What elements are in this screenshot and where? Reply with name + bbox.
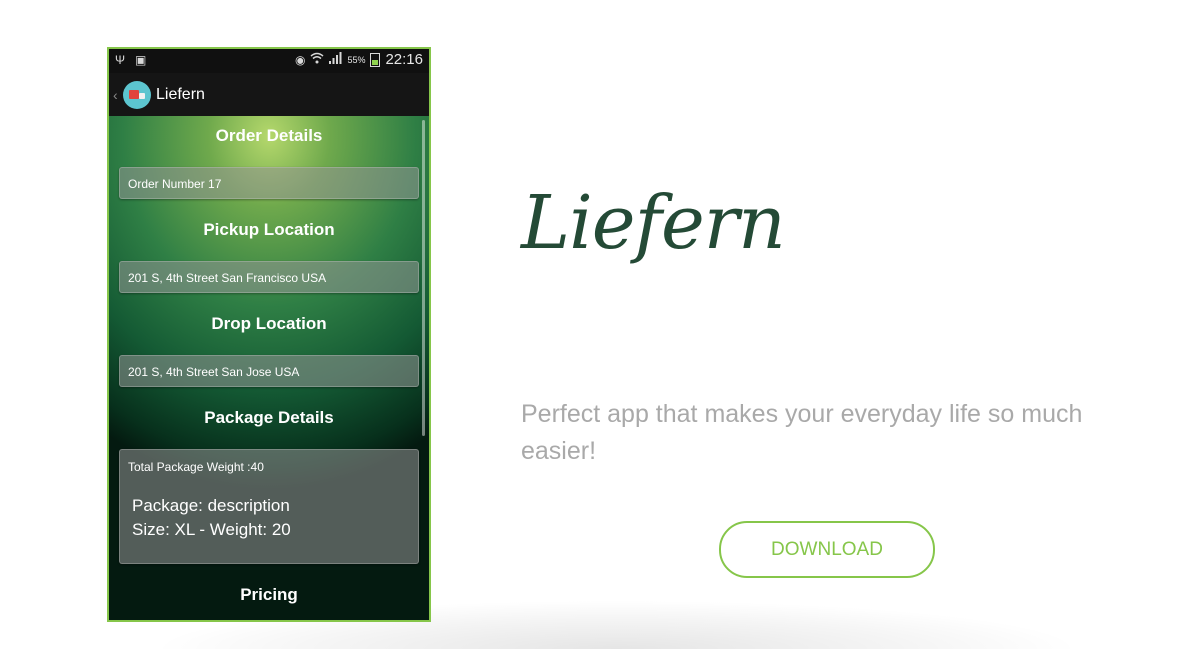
pricing-heading: Pricing bbox=[240, 585, 298, 604]
pickup-location-heading: Pickup Location bbox=[203, 220, 335, 239]
wifi-icon bbox=[310, 52, 324, 68]
scrollbar[interactable] bbox=[422, 120, 425, 436]
package-details-field[interactable]: Total Package Weight :40 Package: descri… bbox=[119, 449, 419, 564]
eye-icon: ◉ bbox=[294, 52, 306, 67]
pickup-address-field[interactable]: 201 S, 4th Street San Francisco USA bbox=[119, 261, 419, 293]
download-button[interactable]: DOWNLOAD bbox=[719, 521, 935, 578]
action-bar: ‹ Liefern bbox=[109, 73, 429, 116]
signal-icon bbox=[329, 51, 342, 68]
order-content: Order Details Order Number 17 Pickup Loc… bbox=[109, 116, 429, 620]
pickup-address-value: 201 S, 4th Street San Francisco USA bbox=[128, 271, 327, 285]
phone-screenshot: Ψ ▣ ◉ 55% 22:16 ‹ Liefern Order Details … bbox=[107, 47, 431, 622]
battery-icon bbox=[370, 52, 381, 67]
order-details-heading: Order Details bbox=[215, 126, 323, 145]
hero-title: Liefern bbox=[521, 180, 786, 266]
order-number-field[interactable]: Order Number 17 bbox=[119, 167, 419, 199]
order-number-value: Order Number 17 bbox=[128, 177, 222, 191]
drop-address-value: 201 S, 4th Street San Jose USA bbox=[128, 365, 300, 379]
status-time: 22:16 bbox=[385, 51, 423, 68]
drop-address-field[interactable]: 201 S, 4th Street San Jose USA bbox=[119, 355, 419, 387]
hero-subtitle: Perfect app that makes your everyday lif… bbox=[521, 400, 1083, 465]
drop-location-heading: Drop Location bbox=[211, 314, 327, 333]
app-logo-icon[interactable] bbox=[123, 80, 151, 109]
package-description: Package: description Size: XL - Weight: … bbox=[132, 494, 291, 542]
status-bar: Ψ ▣ ◉ 55% 22:16 bbox=[109, 49, 429, 73]
package-weight-value: Total Package Weight :40 bbox=[128, 460, 264, 474]
package-size-line: Size: XL - Weight: 20 bbox=[132, 520, 291, 539]
usb-icon: Ψ bbox=[115, 53, 126, 67]
package-details-heading: Package Details bbox=[204, 408, 334, 427]
battery-percent: 55% bbox=[347, 54, 366, 65]
image-icon: ▣ bbox=[135, 53, 147, 67]
back-chevron-icon[interactable]: ‹ bbox=[113, 87, 121, 103]
package-desc-line: Package: description bbox=[132, 496, 290, 515]
app-title: Liefern bbox=[156, 85, 205, 103]
